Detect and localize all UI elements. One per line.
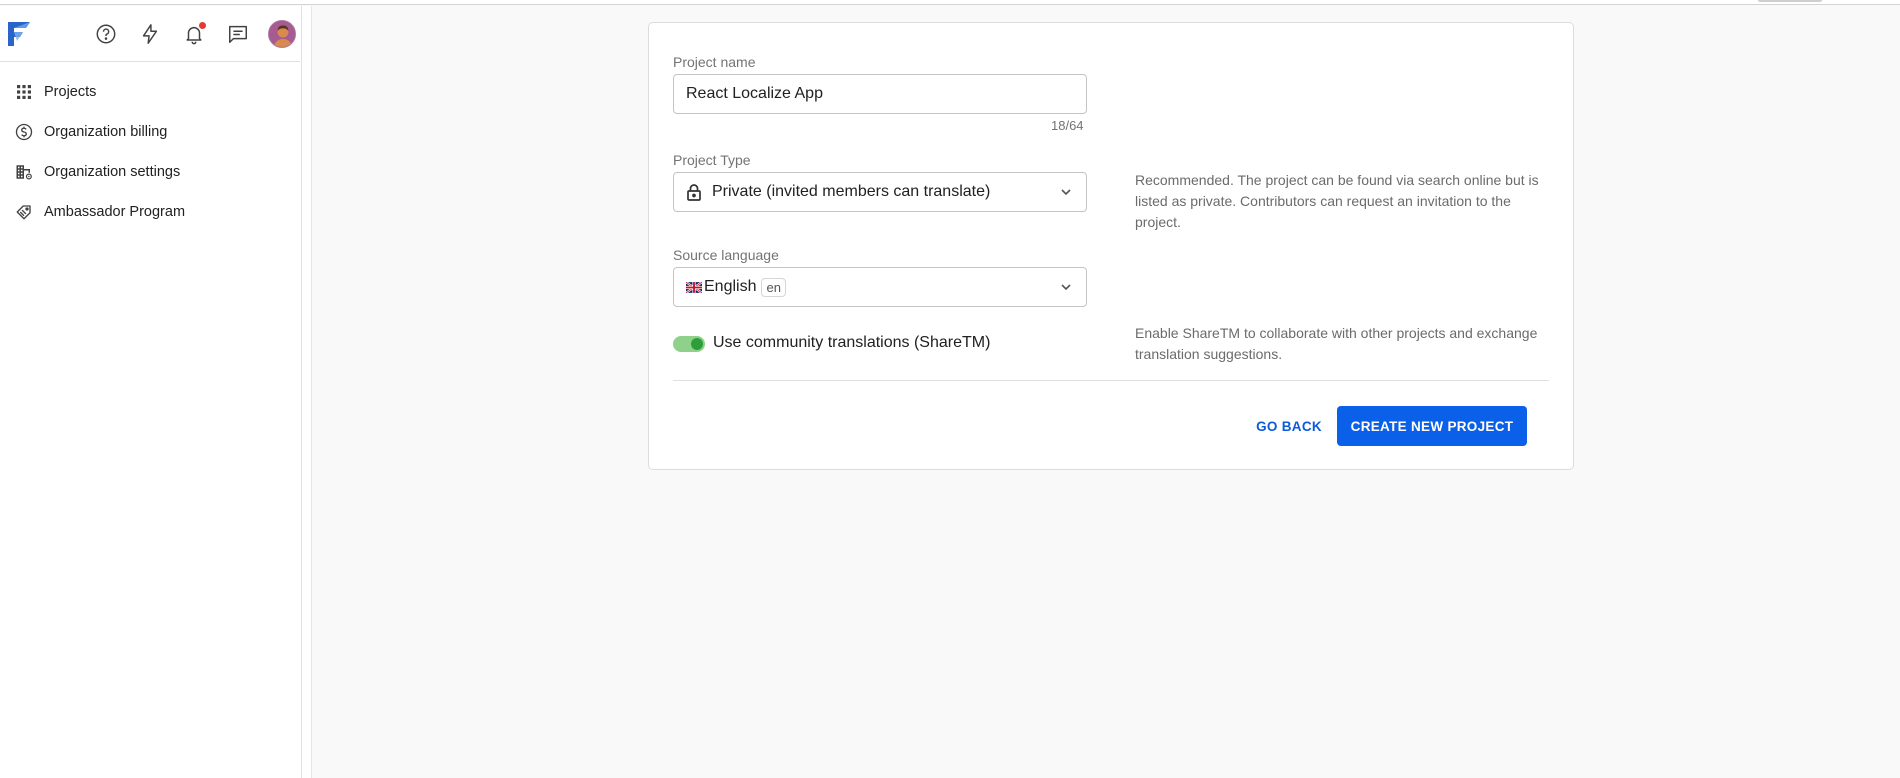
source-language-value: English — [704, 278, 757, 295]
bell-icon[interactable] — [179, 19, 209, 49]
lock-icon — [686, 183, 702, 201]
sidebar-divider — [302, 6, 312, 778]
community-translations-toggle[interactable] — [673, 336, 705, 352]
sidebar: Projects Organization billing Organizati… — [0, 6, 302, 778]
lightning-icon[interactable] — [135, 19, 165, 49]
grid-icon — [14, 82, 34, 102]
top-frame-handle — [1758, 0, 1822, 2]
sidebar-nav: Projects Organization billing Organizati… — [0, 72, 300, 232]
chevron-down-icon — [1058, 279, 1074, 295]
project-type-helper: Recommended. The project can be found vi… — [1135, 172, 1539, 230]
project-name-counter: 18/64 — [1051, 118, 1084, 133]
sidebar-header — [0, 6, 300, 62]
project-name-input[interactable] — [673, 74, 1087, 114]
project-type-label: Project Type — [673, 152, 751, 168]
sidebar-item-projects[interactable]: Projects — [0, 72, 300, 112]
project-name-label: Project name — [673, 54, 756, 70]
sidebar-item-label: Organization billing — [44, 124, 168, 140]
sidebar-item-organization-billing[interactable]: Organization billing — [0, 112, 300, 152]
project-type-select[interactable]: Private (invited members can translate) — [673, 172, 1087, 212]
form-divider — [673, 380, 1549, 381]
language-code-badge: en — [761, 277, 786, 297]
sidebar-item-organization-settings[interactable]: Organization settings — [0, 152, 300, 192]
top-frame-line — [0, 0, 1900, 5]
uk-flag-icon — [686, 281, 702, 293]
help-circle-icon[interactable] — [91, 19, 121, 49]
create-new-project-button[interactable]: CREATE NEW PROJECT — [1337, 406, 1527, 446]
notification-dot — [199, 22, 206, 29]
community-translations-helper: Enable ShareTM to collaborate with other… — [1135, 325, 1538, 362]
sidebar-item-label: Projects — [44, 84, 97, 100]
sidebar-item-label: Ambassador Program — [44, 204, 186, 220]
tag-hand-icon — [14, 202, 34, 222]
sidebar-item-ambassador-program[interactable]: Ambassador Program — [0, 192, 300, 232]
create-project-card: Project name 18/64 Project Type Private … — [648, 22, 1574, 470]
dollar-circle-icon — [14, 122, 34, 142]
avatar[interactable] — [268, 20, 296, 48]
chat-icon[interactable] — [223, 19, 253, 49]
source-language-select[interactable]: English en — [673, 267, 1087, 307]
app-logo[interactable] — [6, 19, 32, 49]
source-language-label: Source language — [673, 247, 779, 263]
toggle-knob — [691, 338, 703, 350]
sidebar-item-label: Organization settings — [44, 164, 181, 180]
project-type-value: Private (invited members can translate) — [712, 183, 991, 200]
go-back-button[interactable]: GO BACK — [1235, 406, 1343, 446]
building-gear-icon — [14, 162, 34, 182]
community-translations-label: Use community translations (ShareTM) — [713, 334, 991, 351]
chevron-down-icon — [1058, 184, 1074, 200]
